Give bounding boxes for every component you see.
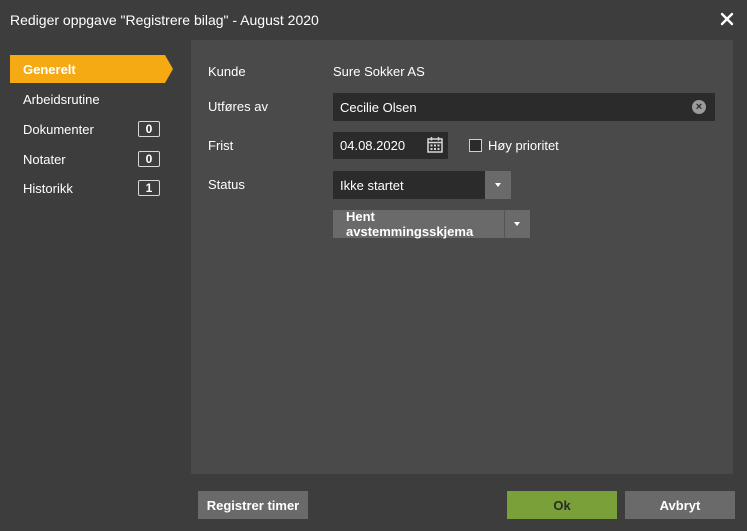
cancel-button[interactable]: Avbryt	[625, 491, 735, 519]
register-hours-button[interactable]: Registrer timer	[198, 491, 308, 519]
chevron-down-icon	[495, 183, 501, 187]
performed-by-label: Utføres av	[208, 99, 268, 114]
deadline-field[interactable]: 04.08.2020	[333, 132, 448, 159]
fetch-reconciliation-label: Hent avstemmingsskjema	[346, 209, 474, 239]
chevron-down-icon	[514, 222, 521, 226]
deadline-label: Frist	[208, 138, 234, 153]
register-hours-label: Registrer timer	[206, 497, 300, 513]
count-badge: 1	[138, 180, 160, 196]
deadline-value: 04.08.2020	[340, 138, 406, 153]
performed-by-field[interactable]: Cecilie Olsen ×	[333, 93, 715, 121]
status-select[interactable]: Ikke startet	[333, 171, 485, 199]
clear-icon[interactable]: ×	[692, 100, 706, 114]
status-value: Ikke startet	[340, 177, 404, 193]
sidebar-item-dokumenter[interactable]: Dokumenter 0	[10, 115, 170, 143]
fetch-reconciliation-button[interactable]: Hent avstemmingsskjema	[333, 209, 530, 239]
ok-label: Ok	[553, 497, 571, 513]
calendar-icon[interactable]	[426, 136, 444, 154]
fetch-reconciliation-dropdown[interactable]	[503, 210, 530, 238]
sidebar-item-label: Dokumenter	[23, 121, 94, 137]
sidebar-item-generelt[interactable]: Generelt	[10, 55, 173, 83]
sidebar-item-arbeidsrutine[interactable]: Arbeidsrutine	[10, 85, 170, 113]
title-bar: Rediger oppgave "Registrere bilag" - Aug…	[0, 0, 747, 40]
sidebar-item-label: Notater	[23, 151, 66, 167]
status-label: Status	[208, 177, 245, 192]
count-badge: 0	[138, 121, 160, 137]
performed-by-value: Cecilie Olsen	[340, 99, 417, 115]
sidebar-item-historikk[interactable]: Historikk 1	[10, 174, 170, 202]
cancel-label: Avbryt	[659, 497, 701, 513]
high-priority-checkbox[interactable]	[469, 139, 482, 152]
sidebar-item-label: Generelt	[23, 61, 76, 77]
status-dropdown-button[interactable]	[485, 171, 511, 199]
sidebar-item-label: Arbeidsrutine	[23, 91, 100, 107]
sidebar: Generelt Arbeidsrutine Dokumenter 0 Nota…	[0, 40, 191, 474]
high-priority-label: Høy prioritet	[488, 138, 559, 153]
customer-label: Kunde	[208, 64, 246, 79]
ok-button[interactable]: Ok	[507, 491, 617, 519]
sidebar-item-label: Historikk	[23, 180, 73, 196]
main-panel: Kunde Sure Sokker AS Utføres av Cecilie …	[191, 40, 733, 474]
dialog-title: Rediger oppgave "Registrere bilag" - Aug…	[10, 12, 319, 28]
sidebar-item-notater[interactable]: Notater 0	[10, 145, 170, 173]
close-icon[interactable]	[719, 11, 735, 27]
customer-value: Sure Sokker AS	[333, 64, 425, 79]
count-badge: 0	[138, 151, 160, 167]
